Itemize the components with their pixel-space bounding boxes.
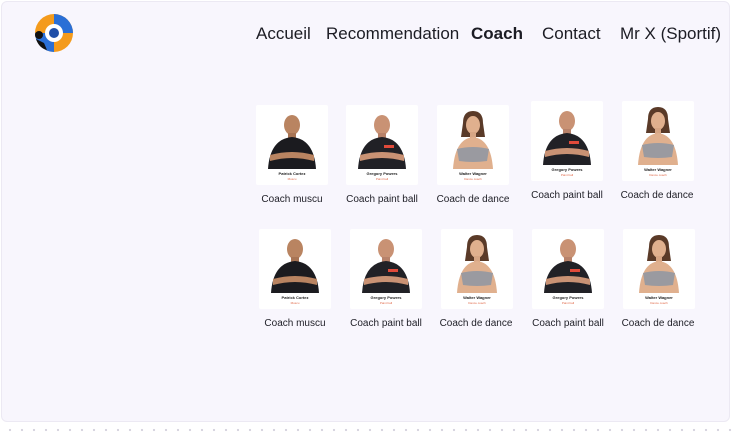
coach-role: Paint ball bbox=[379, 301, 393, 305]
coach-photo-female-icon bbox=[638, 107, 678, 165]
coach-card[interactable]: Gregory Powers Paint ball bbox=[350, 229, 422, 309]
coach-caption[interactable]: Coach paint ball bbox=[527, 190, 607, 201]
coach-role: Muscu bbox=[287, 177, 297, 181]
coach-caption[interactable]: Coach muscu bbox=[252, 194, 332, 205]
coach-name: Patrick Cortez bbox=[278, 171, 306, 176]
coach-role: Dance coach bbox=[649, 173, 667, 177]
coach-photo-male-icon bbox=[362, 239, 410, 293]
coach-name: Gregory Powers bbox=[370, 295, 402, 300]
coach-caption[interactable]: Coach de dance bbox=[436, 318, 516, 329]
coach-caption[interactable]: Coach de dance bbox=[617, 190, 697, 201]
nav-home[interactable]: Accueil bbox=[256, 24, 311, 44]
coach-card[interactable]: Gregory Powers Paint ball bbox=[531, 101, 603, 181]
coach-photo-male-icon bbox=[268, 115, 316, 169]
coach-card[interactable]: Patrick Cortez Muscu bbox=[256, 105, 328, 185]
coach-name: Walter Wagner bbox=[644, 167, 672, 172]
coach-photo-male-icon bbox=[271, 239, 319, 293]
coach-card[interactable]: Walter Wagner Dance coach bbox=[441, 229, 513, 309]
nav-recommendation[interactable]: Recommendation bbox=[326, 24, 459, 44]
coach-card[interactable]: Gregory Powers Paint ball bbox=[346, 105, 418, 185]
coach-photo-male-icon bbox=[358, 115, 406, 169]
coach-name: Walter Wagner bbox=[463, 295, 491, 300]
coach-photo-female-icon bbox=[639, 235, 679, 293]
coach-caption[interactable]: Coach paint ball bbox=[346, 318, 426, 329]
brand-logo[interactable] bbox=[33, 12, 75, 56]
coach-role: Dance coach bbox=[464, 177, 482, 181]
coach-card[interactable]: Patrick Cortez Muscu bbox=[259, 229, 331, 309]
coach-card[interactable]: Walter Wagner Dance coach bbox=[622, 101, 694, 181]
coach-role: Paint ball bbox=[561, 301, 575, 305]
coach-name: Gregory Powers bbox=[366, 171, 398, 176]
coach-photo-female-icon bbox=[453, 111, 493, 169]
coach-role: Dance coach bbox=[650, 301, 668, 305]
coach-card[interactable]: Gregory Powers Paint ball bbox=[532, 229, 604, 309]
coach-role: Paint ball bbox=[375, 177, 389, 181]
nav-user-profile[interactable]: Mr X (Sportif) bbox=[620, 24, 721, 44]
coach-card[interactable]: Walter Wagner Dance coach bbox=[437, 105, 509, 185]
coach-caption[interactable]: Coach de dance bbox=[433, 194, 513, 205]
nav-coach[interactable]: Coach bbox=[471, 24, 523, 44]
coach-card[interactable]: Walter Wagner Dance coach bbox=[623, 229, 695, 309]
coach-photo-male-icon bbox=[544, 239, 592, 293]
coach-caption[interactable]: Coach de dance bbox=[618, 318, 698, 329]
coach-name: Patrick Cortez bbox=[281, 295, 309, 300]
coach-name: Gregory Powers bbox=[552, 295, 584, 300]
coach-caption[interactable]: Coach paint ball bbox=[528, 318, 608, 329]
coach-photo-female-icon bbox=[457, 235, 497, 293]
nav-contact[interactable]: Contact bbox=[542, 24, 601, 44]
coach-name: Gregory Powers bbox=[551, 167, 583, 172]
app-frame bbox=[1, 1, 730, 422]
coach-caption[interactable]: Coach muscu bbox=[255, 318, 335, 329]
coach-role: Paint ball bbox=[560, 173, 574, 177]
page-edge-divider bbox=[0, 424, 733, 432]
coach-name: Walter Wagner bbox=[645, 295, 673, 300]
coach-photo-male-icon bbox=[543, 111, 591, 165]
coach-role: Dance coach bbox=[468, 301, 486, 305]
coach-role: Muscu bbox=[290, 301, 300, 305]
coach-name: Walter Wagner bbox=[459, 171, 487, 176]
coach-caption[interactable]: Coach paint ball bbox=[342, 194, 422, 205]
